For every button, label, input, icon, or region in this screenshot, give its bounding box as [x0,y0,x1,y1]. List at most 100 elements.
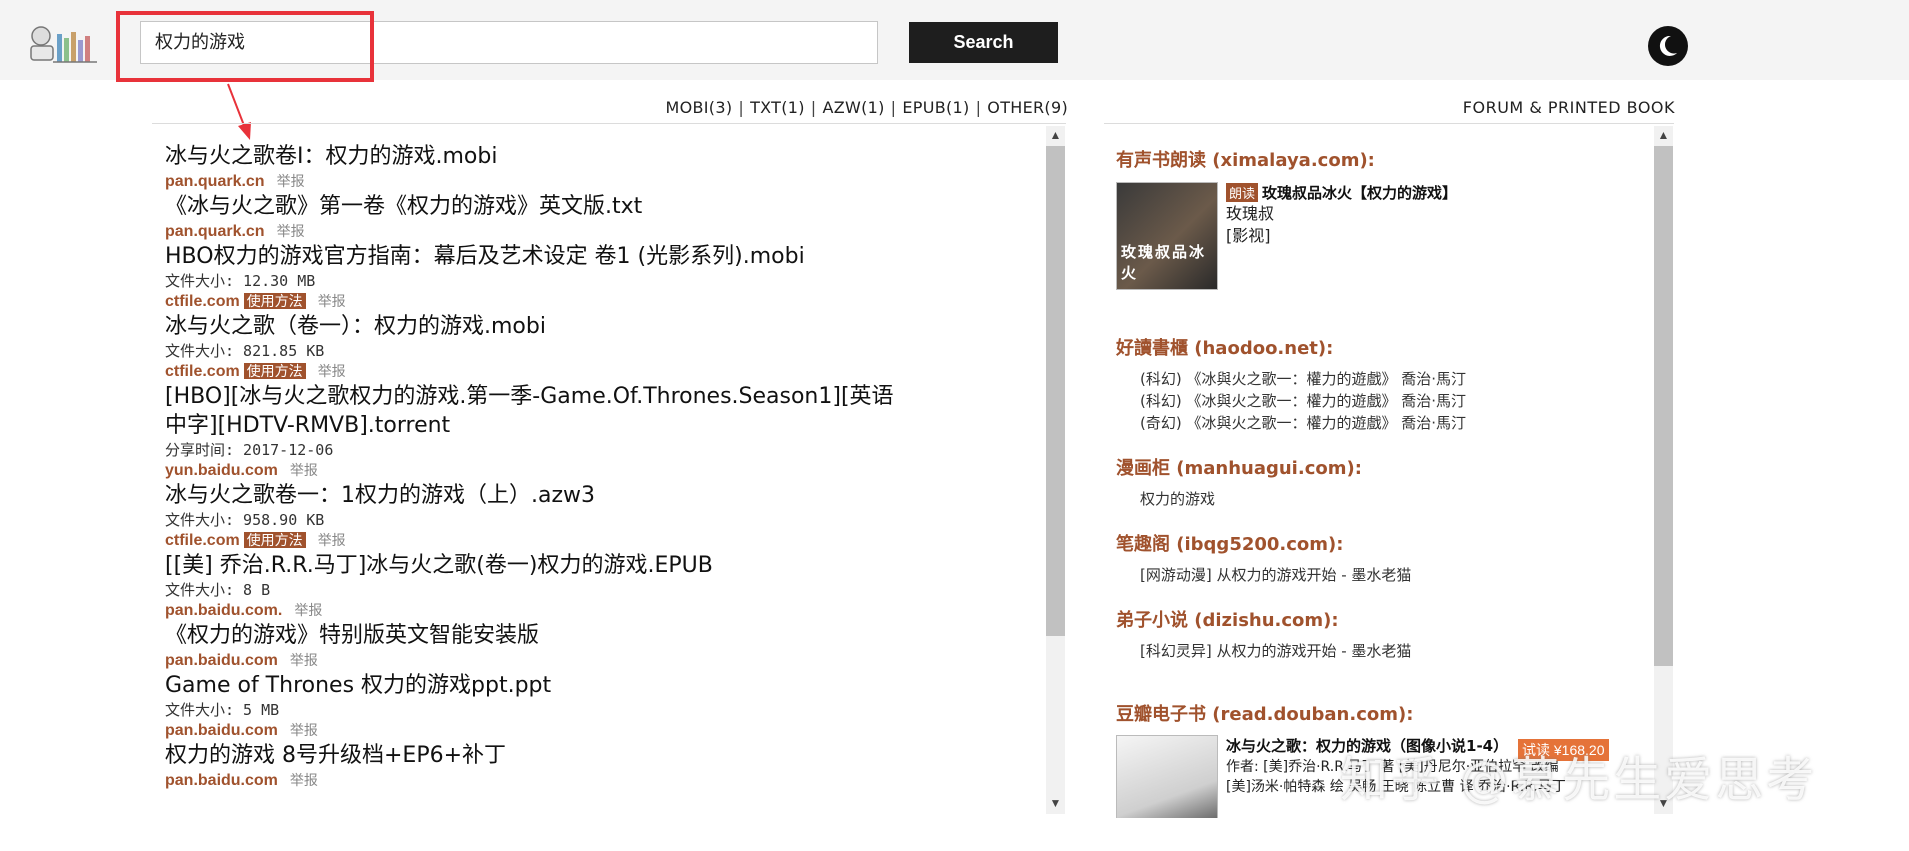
report-link[interactable]: 举报 [290,772,318,788]
dizishu-list: [科幻灵异] 从权力的游戏开始 - 墨水老猫 [1100,640,1411,662]
result-title-link[interactable]: 冰与火之歌（卷一）：权力的游戏.mobi [165,312,1045,341]
result-item: HBO权力的游戏官方指南：幕后及艺术设定 卷1 (光影系列).mobi 文件大小… [165,242,1045,312]
scroll-down-icon[interactable]: ▼ [1046,794,1065,813]
book-cover[interactable] [1116,735,1218,818]
filter-txt[interactable]: TXT(1) [750,98,805,117]
result-source: ctfile.com 使用方法 举报 [165,361,1045,382]
result-source: pan.baidu.com 举报 [165,720,1045,741]
list-item[interactable]: [网游动漫] 从权力的游戏开始 - 墨水老猫 [1140,564,1411,586]
result-title-link[interactable]: 冰与火之歌卷一：1权力的游戏（上）.azw3 [165,481,1045,510]
source-link[interactable]: ctfile.com [165,532,240,549]
result-title-link[interactable]: 《冰与火之歌》第一卷《权力的游戏》英文版.txt [165,192,1045,221]
audiobook-category: [影视] [1226,226,1271,245]
result-source: pan.quark.cn 举报 [165,221,1045,242]
scroll-thumb[interactable] [1046,146,1065,636]
report-link[interactable]: 举报 [290,462,318,478]
scroll-thumb[interactable] [1654,146,1673,666]
result-source: pan.baidu.com. 举报 [165,600,1045,621]
filter-divider: | [975,98,982,117]
source-link[interactable]: ctfile.com [165,293,240,310]
audiobook-author: 玫瑰叔 [1226,204,1275,223]
source-link[interactable]: ctfile.com [165,363,240,380]
usage-tag[interactable]: 使用方法 [243,532,306,548]
report-link[interactable]: 举报 [290,722,318,738]
result-title-link[interactable]: HBO权力的游戏官方指南：幕后及艺术设定 卷1 (光影系列).mobi [165,242,1045,271]
watermark: 知乎 @慕先生爱思考 [1340,752,1818,808]
read-aloud-badge: 朗读 [1226,183,1259,202]
moon-icon [1659,35,1677,56]
site-logo-icon[interactable] [25,22,101,64]
list-item[interactable]: (奇幻) 《冰與火之歌一：權力的遊戲》 喬治·馬汀 [1140,412,1466,434]
result-meta: 文件大小: 821.85 KB [165,342,325,360]
report-link[interactable]: 举报 [318,363,346,379]
result-meta: 分享时间: 2017-12-06 [165,441,334,459]
result-title-link[interactable]: 《权力的游戏》特别版英文智能安装版 [165,621,1045,650]
section-title[interactable]: 有声书朗读 (ximalaya.com): [1116,146,1375,172]
usage-tag[interactable]: 使用方法 [243,363,306,379]
result-title-link[interactable]: 权力的游戏 8号升级档+EP6+补丁 [165,741,1045,770]
result-title-link[interactable]: [[美] 乔治.R.R.马丁]冰与火之歌(卷一)权力的游戏.EPUB [165,551,1045,580]
result-title-link[interactable]: 冰与火之歌卷Ⅰ：权力的游戏.mobi [165,142,1045,171]
result-source: pan.baidu.com 举报 [165,770,1045,791]
filter-epub[interactable]: EPUB(1) [902,98,969,117]
result-source: pan.quark.cn 举报 [165,171,1045,192]
result-item: 权力的游戏 8号升级档+EP6+补丁 pan.baidu.com 举报 [165,741,1045,791]
filter-divider: | [890,98,897,117]
list-item[interactable]: 权力的游戏 [1140,488,1215,510]
result-item: 《冰与火之歌》第一卷《权力的游戏》英文版.txt pan.quark.cn 举报 [165,192,1045,242]
section-title[interactable]: 笔趣阁 (ibqg5200.com): [1116,530,1343,556]
report-link[interactable]: 举报 [318,293,346,309]
result-title-link[interactable]: Game of Thrones 权力的游戏ppt.ppt [165,671,1045,700]
source-link[interactable]: pan.baidu.com [165,722,278,739]
result-source: pan.baidu.com 举报 [165,650,1045,671]
result-item: Game of Thrones 权力的游戏ppt.ppt 文件大小: 5 MB … [165,671,1045,741]
scroll-up-icon[interactable]: ▲ [1654,126,1673,145]
audiobook-title[interactable]: 玫瑰叔品冰火【权力的游戏】 [1262,184,1457,202]
source-link[interactable]: pan.baidu.com [165,652,278,669]
ibqg-list: [网游动漫] 从权力的游戏开始 - 墨水老猫 [1100,564,1411,586]
filter-divider: | [810,98,817,117]
annotation-arrow-icon [227,83,251,140]
report-link[interactable]: 举报 [294,602,322,618]
result-meta: 文件大小: 958.90 KB [165,511,325,529]
result-meta: 文件大小: 12.30 MB [165,272,316,290]
section-title[interactable]: 好讀書櫃 (haodoo.net): [1116,334,1333,360]
list-item[interactable]: [科幻灵异] 从权力的游戏开始 - 墨水老猫 [1140,640,1411,662]
result-source: ctfile.com 使用方法 举报 [165,530,1045,551]
report-link[interactable]: 举报 [277,223,305,239]
results-scrollbar[interactable]: ▲ ▼ [1046,126,1065,814]
section-title[interactable]: 弟子小说 (dizishu.com): [1116,606,1339,632]
list-item[interactable]: (科幻) 《冰與火之歌一：權力的遊戲》 喬治·馬汀 [1140,390,1466,412]
result-item: [HBO][冰与火之歌权力的游戏.第一季-Game.Of.Thrones.Sea… [165,382,1045,481]
report-link[interactable]: 举报 [318,532,346,548]
header-bar: 权力的游戏 Search [0,0,1909,82]
cover-title: 玫瑰叔品冰火 [1121,243,1207,282]
filter-mobi[interactable]: MOBI(3) [666,98,733,117]
dark-mode-toggle[interactable] [1648,26,1688,66]
section-title[interactable]: 豆瓣电子书 (read.douban.com): [1116,700,1413,726]
result-title-link[interactable]: [HBO][冰与火之歌权力的游戏.第一季-Game.Of.Thrones.Sea… [165,382,905,440]
filter-divider: | [738,98,745,117]
list-item[interactable]: (科幻) 《冰與火之歌一：權力的遊戲》 喬治·馬汀 [1140,368,1466,390]
source-link[interactable]: pan.quark.cn [165,173,265,190]
report-link[interactable]: 举报 [277,173,305,189]
scroll-up-icon[interactable]: ▲ [1046,126,1065,145]
usage-tag[interactable]: 使用方法 [243,293,306,309]
report-link[interactable]: 举报 [290,652,318,668]
source-link[interactable]: pan.baidu.com. [165,602,282,619]
filter-azw[interactable]: AZW(1) [822,98,884,117]
audiobook-card[interactable]: 玫瑰叔品冰火 朗读 玫瑰叔品冰火【权力的游戏】 玫瑰叔 [影视] [1116,182,1660,302]
side-divider [1104,123,1674,124]
result-item: 冰与火之歌卷一：1权力的游戏（上）.azw3 文件大小: 958.90 KB c… [165,481,1045,551]
forum-printed-book-link[interactable]: FORUM & PRINTED BOOK [1400,98,1675,117]
section-title[interactable]: 漫画柜 (manhuagui.com): [1116,454,1362,480]
source-link[interactable]: pan.quark.cn [165,223,265,240]
result-item: 冰与火之歌卷Ⅰ：权力的游戏.mobi pan.quark.cn 举报 [165,142,1045,192]
side-scrollbar[interactable]: ▲ ▼ [1654,126,1673,814]
source-link[interactable]: yun.baidu.com [165,462,278,479]
filter-other[interactable]: OTHER(9) [987,98,1068,117]
source-link[interactable]: pan.baidu.com [165,772,278,789]
book-cover[interactable]: 玫瑰叔品冰火 [1116,182,1218,290]
result-meta: 文件大小: 5 MB [165,701,280,719]
search-button[interactable]: Search [909,22,1058,63]
